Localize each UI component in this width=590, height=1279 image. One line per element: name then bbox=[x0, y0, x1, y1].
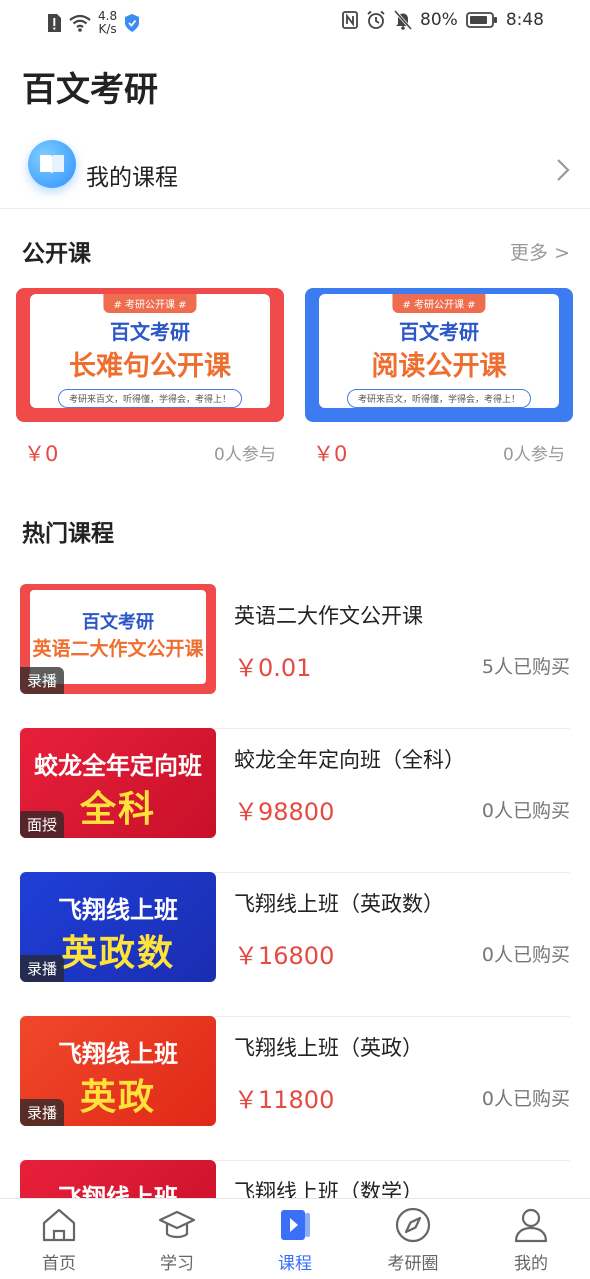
battery-icon bbox=[465, 12, 497, 28]
open-course-card[interactable]: # 考研公开课 # 百文考研 长难句公开课 考研来百文，听得懂，学得会，考得上！ bbox=[16, 288, 284, 422]
banner-slogan: 考研来百文，听得懂，学得会，考得上！ bbox=[57, 389, 243, 408]
course-title: 飞翔线上班（英政数） bbox=[234, 892, 444, 916]
hot-course-item[interactable]: 百文考研 英语二大作文公开课 录播 英语二大作文公开课 ￥0.01 5人已购买 bbox=[20, 584, 570, 729]
course-price: ￥16800 bbox=[234, 942, 335, 970]
status-left: 4.8 K/s bbox=[46, 10, 141, 36]
open-course-participants: 0人参与 bbox=[503, 445, 565, 465]
course-title: 蛟龙全年定向班（全科） bbox=[234, 748, 465, 772]
net-speed: 4.8 K/s bbox=[98, 9, 118, 36]
course-banner: # 考研公开课 # 百文考研 长难句公开课 考研来百文，听得懂，学得会，考得上！ bbox=[30, 294, 270, 408]
tab-home[interactable]: 首页 bbox=[0, 1205, 118, 1275]
course-price: ￥98800 bbox=[234, 798, 335, 826]
hot-course-item[interactable]: 飞翔线上班 英政数 录播 飞翔线上班（英政数） ￥16800 0人已购买 bbox=[20, 872, 570, 1017]
play-book-icon bbox=[281, 1210, 310, 1240]
hot-course-item[interactable]: 蛟龙全年定向班 全科 面授 蛟龙全年定向班（全科） ￥98800 0人已购买 bbox=[20, 728, 570, 873]
banner-brand: 百文考研 bbox=[399, 320, 479, 344]
course-title: 飞翔线上班（英政） bbox=[234, 1036, 423, 1060]
tab-community[interactable]: 考研圈 bbox=[354, 1205, 472, 1275]
open-course-price: ￥0 bbox=[24, 442, 59, 466]
banner-course-name: 长难句公开课 bbox=[69, 351, 231, 382]
open-course-price: ￥0 bbox=[313, 442, 348, 466]
bottom-tab-bar: 首页 学习 课程 考研圈 我的 bbox=[0, 1198, 590, 1279]
course-banner: # 考研公开课 # 百文考研 阅读公开课 考研来百文，听得懂，学得会，考得上！ bbox=[319, 294, 559, 408]
battery-percent: 80% bbox=[420, 10, 458, 30]
status-right: 80% 8:48 bbox=[342, 10, 544, 30]
course-thumbnail: 飞翔线上班 bbox=[20, 1160, 216, 1198]
course-type-badge: 面授 bbox=[20, 811, 65, 838]
course-buyers: 0人已购买 bbox=[481, 1088, 570, 1110]
alarm-icon bbox=[367, 10, 385, 29]
course-thumbnail: 蛟龙全年定向班 全科 面授 bbox=[20, 728, 216, 838]
course-buyers: 5人已购买 bbox=[481, 656, 570, 678]
status-bar: 4.8 K/s 80% 8:48 bbox=[0, 0, 590, 44]
course-thumbnail: 飞翔线上班 英政 录播 bbox=[20, 1016, 216, 1126]
course-thumbnail: 百文考研 英语二大作文公开课 录播 bbox=[20, 584, 216, 694]
course-title: 飞翔线上班（数学） bbox=[234, 1180, 423, 1198]
course-buyers: 0人已购买 bbox=[481, 944, 570, 966]
hot-course-title: 热门课程 bbox=[22, 521, 114, 547]
user-icon bbox=[514, 1208, 548, 1243]
course-type-badge: 录播 bbox=[20, 667, 65, 694]
wifi-icon bbox=[69, 14, 91, 32]
my-course-label: 我的课程 bbox=[86, 165, 178, 191]
open-course-participants: 0人参与 bbox=[214, 445, 276, 465]
banner-slogan: 考研来百文，听得懂，学得会，考得上！ bbox=[346, 389, 532, 408]
sim-alert-icon bbox=[48, 14, 61, 32]
clock: 8:48 bbox=[505, 10, 544, 30]
banner-course-name: 阅读公开课 bbox=[371, 351, 507, 382]
hot-course-item[interactable]: 飞翔线上班 英政 录播 飞翔线上班（英政） ￥11800 0人已购买 bbox=[20, 1016, 570, 1161]
tab-profile[interactable]: 我的 bbox=[472, 1205, 590, 1275]
tab-study[interactable]: 学习 bbox=[118, 1205, 236, 1275]
shield-icon bbox=[125, 14, 140, 32]
course-price: ￥0.01 bbox=[234, 654, 312, 682]
open-course-title: 公开课 bbox=[22, 241, 91, 267]
mute-bell-icon bbox=[394, 10, 413, 30]
course-buyers: 0人已购买 bbox=[481, 800, 570, 822]
course-price: ￥11800 bbox=[234, 1086, 335, 1114]
banner-tag: # 考研公开课 # bbox=[392, 294, 486, 313]
my-course-row[interactable]: 我的课程 bbox=[0, 138, 590, 209]
book-icon bbox=[28, 140, 76, 188]
compass-icon bbox=[395, 1207, 431, 1243]
course-type-badge: 录播 bbox=[20, 955, 65, 982]
tab-courses[interactable]: 课程 bbox=[236, 1205, 354, 1275]
app-title: 百文考研 bbox=[22, 70, 158, 110]
course-type-badge: 录播 bbox=[20, 1099, 65, 1126]
home-icon bbox=[42, 1208, 76, 1242]
nfc-icon bbox=[342, 11, 358, 29]
hot-course-item[interactable]: 飞翔线上班 飞翔线上班（数学） bbox=[20, 1160, 570, 1198]
more-link[interactable]: 更多 > bbox=[510, 238, 570, 265]
banner-tag: # 考研公开课 # bbox=[103, 294, 197, 313]
course-title: 英语二大作文公开课 bbox=[234, 604, 423, 628]
graduation-cap-icon bbox=[158, 1210, 196, 1239]
course-thumbnail: 飞翔线上班 英政数 录播 bbox=[20, 872, 216, 982]
open-course-card[interactable]: # 考研公开课 # 百文考研 阅读公开课 考研来百文，听得懂，学得会，考得上！ bbox=[305, 288, 573, 422]
chevron-right-icon bbox=[556, 158, 570, 189]
banner-brand: 百文考研 bbox=[110, 320, 190, 344]
